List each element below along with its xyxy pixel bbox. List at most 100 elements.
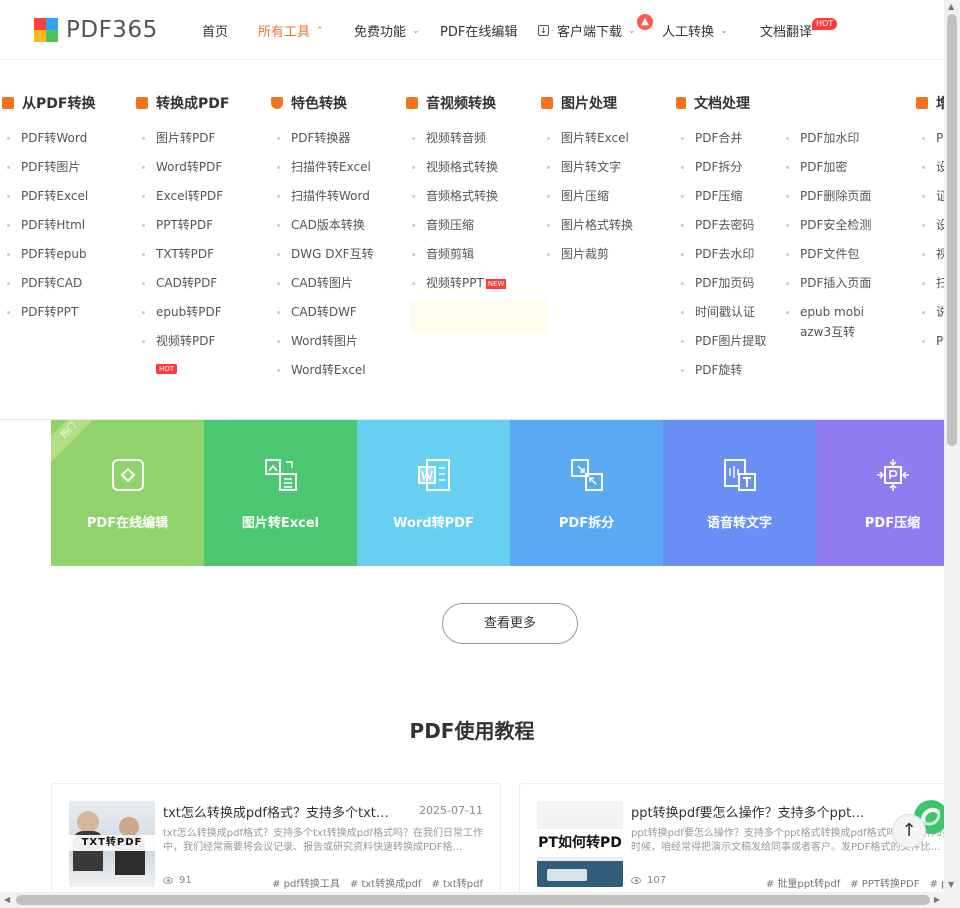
tile-speech-to-text[interactable]: 语音转文字 <box>663 420 816 566</box>
menu-item[interactable]: CAD转PDF <box>156 274 217 292</box>
menu-item[interactable]: CAD转DWF <box>291 303 357 321</box>
tutorial-card[interactable]: TXT转PDF txt怎么转换成pdf格式？支持多个txt… 2025-07-1… <box>51 783 501 903</box>
menu-item[interactable]: 音频格式转换 <box>426 187 498 205</box>
menu-item[interactable]: 图片转Excel <box>561 129 629 147</box>
scroll-right-arrow-icon[interactable]: ▶ <box>934 895 940 904</box>
tag-link[interactable]: # txt转换成pdf <box>350 879 422 890</box>
tile-label: PDF压缩 <box>864 516 921 531</box>
vertical-scroll-thumb[interactable] <box>947 14 957 446</box>
scroll-left-arrow-icon[interactable]: ◀ <box>4 895 10 904</box>
menu-item[interactable]: 图片压缩 <box>561 187 609 205</box>
menu-item[interactable]: P <box>936 332 943 350</box>
menu-item[interactable]: 扫描件转Excel <box>291 158 371 176</box>
bullet-dot <box>547 166 550 169</box>
menu-item[interactable]: Excel转PDF <box>156 187 223 205</box>
menu-item[interactable]: PDF转Html <box>21 216 85 234</box>
menu-item[interactable]: CAD转图片 <box>291 274 353 292</box>
menu-item[interactable]: PDF旋转 <box>695 361 742 379</box>
menu-item[interactable]: Word转图片 <box>291 332 358 350</box>
logo[interactable]: PDF365 <box>34 17 158 43</box>
mega-menu: 从PDF转换 转换成PDF 特色转换 音视频转换 图片处理 文档处理 增 PDF… <box>0 60 950 420</box>
menu-item[interactable]: 图片转PDF <box>156 129 215 147</box>
nav-client-download[interactable]: ↓ 客户端下载 ⌄ <box>538 21 636 40</box>
tag-link[interactable]: # 批量ppt转pdf <box>766 879 840 890</box>
nav-client-download-label: 客户端下载 <box>557 25 623 40</box>
tile-image-to-excel[interactable]: 图片转Excel <box>204 420 357 566</box>
menu-item[interactable]: PDF转Word <box>21 129 87 147</box>
scroll-down-arrow-icon[interactable]: ▼ <box>948 880 954 889</box>
bullet-dot <box>7 224 10 227</box>
tutorial-card[interactable]: PT如何转PD ppt转换pdf要怎么操作？支持多个ppt… 202 ppt转换… <box>519 783 960 903</box>
card-title[interactable]: txt怎么转换成pdf格式？支持多个txt… <box>163 802 389 821</box>
menu-item[interactable]: PDF加水印 <box>800 129 859 147</box>
menu-item[interactable]: PDF加页码 <box>695 274 754 292</box>
nav-manual-convert[interactable]: 人工转换 ⌄ <box>662 21 728 40</box>
menu-item[interactable]: PDF安全检测 <box>800 216 871 234</box>
bullet-dot <box>412 253 415 256</box>
bullet-dot <box>786 166 789 169</box>
menu-item[interactable]: PDF删除页面 <box>800 187 871 205</box>
menu-item[interactable]: 视频转音频 <box>426 129 486 147</box>
bullet-dot <box>142 224 145 227</box>
back-to-top-button[interactable]: ↑ <box>892 814 926 848</box>
menu-item[interactable]: P <box>936 129 943 147</box>
tile-word-to-pdf[interactable]: Word转PDF <box>357 420 510 566</box>
tile-pdf-compress[interactable]: PDF压缩 <box>816 420 944 566</box>
horizontal-scroll-thumb[interactable] <box>16 895 930 905</box>
vertical-scrollbar[interactable]: ▲ ▼ <box>944 0 960 892</box>
menu-item[interactable]: 视频格式转换 <box>426 158 498 176</box>
tile-pdf-online-edit[interactable]: 热门 PDF在线编辑 <box>51 420 204 566</box>
menu-item-continued[interactable]: azw3互转 <box>800 323 855 341</box>
menu-item[interactable]: PDF拆分 <box>695 158 742 176</box>
menu-item[interactable]: 图片转文字 <box>561 158 621 176</box>
card-title[interactable]: ppt转换pdf要怎么操作？支持多个ppt… <box>631 802 864 821</box>
menu-item[interactable]: TXT转PDF <box>156 245 214 263</box>
bullet-dot <box>547 224 550 227</box>
menu-item-video-to-ppt[interactable]: 视频转PPT NEW <box>426 274 507 292</box>
menu-item[interactable]: Word转Excel <box>291 361 366 379</box>
nav-pdf-online-edit[interactable]: PDF在线编辑 <box>440 21 517 40</box>
menu-item[interactable]: Word转PDF <box>156 158 222 176</box>
menu-item[interactable]: PDF转图片 <box>21 158 80 176</box>
menu-item[interactable]: 图片格式转换 <box>561 216 633 234</box>
nav-doc-translate[interactable]: 文档翻译 <box>760 21 812 40</box>
scroll-up-arrow-icon[interactable]: ▲ <box>948 2 954 11</box>
menu-item[interactable]: epub转PDF <box>156 303 222 321</box>
bullet-dot <box>142 340 145 343</box>
nav-free-features[interactable]: 免费功能 ⌄ <box>354 21 420 40</box>
menu-item[interactable]: 音频压缩 <box>426 216 474 234</box>
nav-home[interactable]: 首页 <box>202 21 228 40</box>
horizontal-scrollbar[interactable]: ◀ ▶ <box>0 892 960 908</box>
view-more-button[interactable]: 查看更多 <box>442 603 578 644</box>
menu-item[interactable]: PDF图片提取 <box>695 332 766 350</box>
menu-item[interactable]: PDF转CAD <box>21 274 82 292</box>
menu-item[interactable]: 扫描件转Word <box>291 187 370 205</box>
bullet-dot <box>681 195 684 198</box>
menu-item[interactable]: PDF转Excel <box>21 187 88 205</box>
tag-link[interactable]: # PPT转换PDF <box>850 879 919 890</box>
menu-item[interactable]: PDF加密 <box>800 158 847 176</box>
menu-item[interactable]: 音频剪辑 <box>426 245 474 263</box>
menu-item[interactable]: PPT转PDF <box>156 216 213 234</box>
menu-item[interactable]: 图片裁剪 <box>561 245 609 263</box>
tag-link[interactable]: # txt转pdf <box>431 879 483 890</box>
menu-item[interactable]: PDF去水印 <box>695 245 754 263</box>
menu-item[interactable]: DWG DXF互转 <box>291 245 374 263</box>
menu-item[interactable]: 时间戳认证 <box>695 303 755 321</box>
menu-item[interactable]: PDF转换器 <box>291 129 350 147</box>
menu-item[interactable]: PDF转PPT <box>21 303 78 321</box>
menu-item[interactable]: PDF转epub <box>21 245 87 263</box>
menu-item[interactable]: PDF去密码 <box>695 216 754 234</box>
menu-item[interactable]: PDF文件包 <box>800 245 859 263</box>
menu-item[interactable]: epub mobi <box>800 303 864 321</box>
nav-all-tools[interactable]: 所有工具 ⌃ <box>258 21 324 40</box>
menu-item[interactable]: PDF压缩 <box>695 187 742 205</box>
tile-pdf-split[interactable]: PDF拆分 <box>510 420 663 566</box>
menu-item[interactable]: PDF合并 <box>695 129 742 147</box>
menu-item[interactable]: PDF插入页面 <box>800 274 871 292</box>
menu-item[interactable]: CAD版本转换 <box>291 216 365 234</box>
nav-home-label: 首页 <box>202 25 229 40</box>
tag-link[interactable]: # pdf转换工具 <box>272 879 340 890</box>
card-tags: # pdf转换工具 # txt转换成pdf # txt转pdf <box>262 875 483 890</box>
menu-item[interactable]: 视频转PDF <box>156 332 215 350</box>
